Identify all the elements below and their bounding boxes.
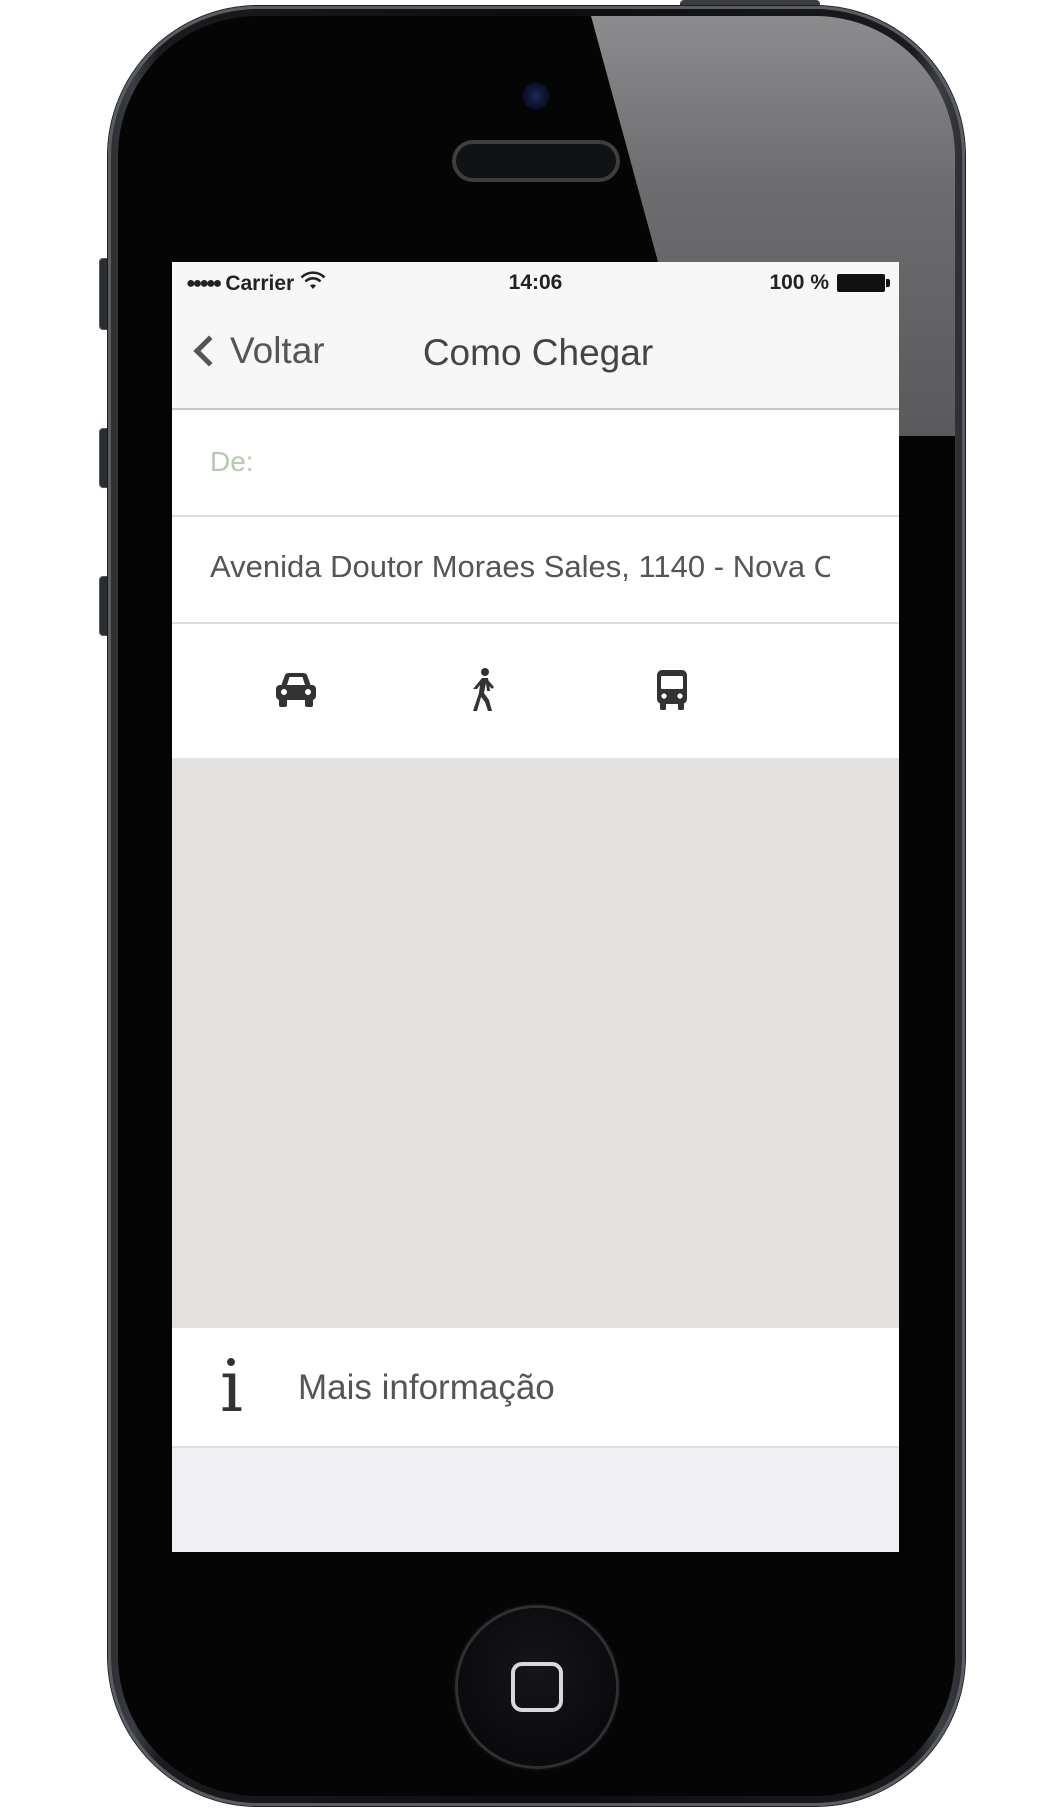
status-right: 100 %: [769, 271, 890, 295]
earpiece-speaker: [456, 144, 616, 178]
mode-bus-button[interactable]: [632, 658, 712, 722]
battery-percent: 100 %: [769, 271, 829, 294]
destination-address[interactable]: Avenida Doutor Moraes Sales, 1140 - Nova…: [210, 549, 830, 585]
more-info-row[interactable]: i Mais informação: [172, 1328, 899, 1448]
more-info-label: Mais informação: [298, 1368, 555, 1407]
status-bar: ●●●●● Carrier 14:06 100 %: [172, 262, 899, 302]
origin-input[interactable]: [210, 440, 850, 484]
navigation-bar: Voltar Como Chegar: [172, 302, 899, 410]
destination-field-row[interactable]: Avenida Doutor Moraes Sales, 1140 - Nova…: [172, 517, 899, 624]
transport-mode-selector: [172, 624, 899, 758]
map-view[interactable]: [172, 758, 899, 1328]
mode-car-button[interactable]: [256, 658, 336, 722]
car-icon: [276, 673, 316, 707]
app-screen: ●●●●● Carrier 14:06 100 % Voltar Como Ch…: [172, 262, 899, 1552]
walk-icon: [473, 668, 494, 711]
mode-walk-button[interactable]: [444, 658, 524, 722]
origin-field-row: [172, 410, 899, 517]
page-title: Como Chegar: [422, 332, 654, 373]
home-button[interactable]: [458, 1608, 616, 1766]
info-icon: i: [220, 1344, 244, 1428]
battery-icon: [837, 274, 890, 292]
bus-icon: [657, 670, 687, 710]
home-square-icon: [511, 1662, 563, 1712]
front-camera: [520, 80, 552, 112]
